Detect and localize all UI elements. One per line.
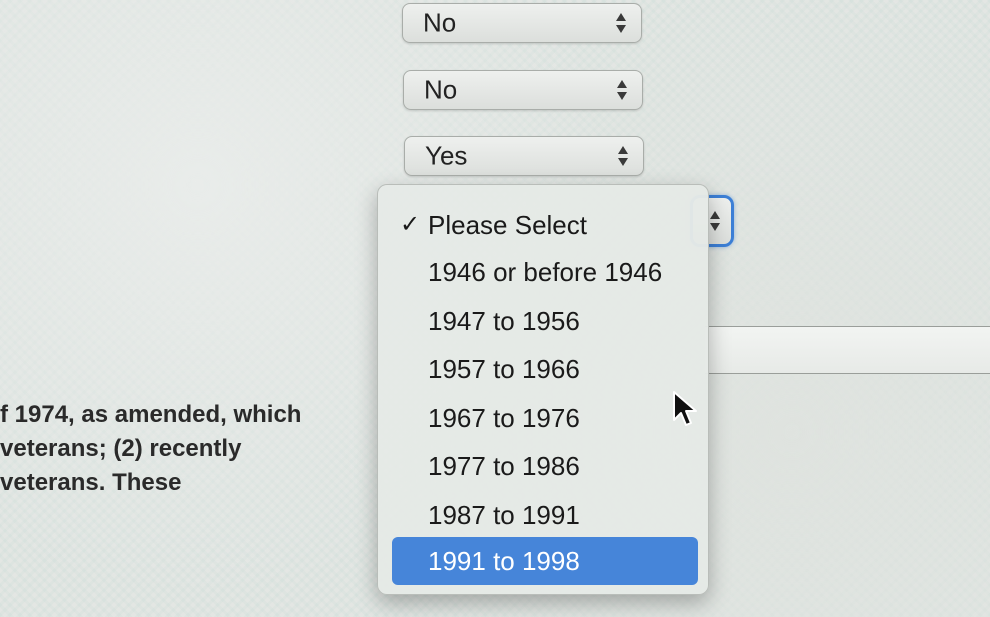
select-answer-3[interactable]: Yes <box>404 136 644 176</box>
mouse-pointer-icon <box>673 391 697 426</box>
up-down-chevrons-icon <box>617 145 629 167</box>
select-value: Yes <box>425 140 468 171</box>
menu-item-highlighted[interactable]: 1991 to 1998 <box>392 537 698 585</box>
dropdown-menu: ✓ Please Select 1946 or before 1946 1947… <box>377 184 709 595</box>
up-down-chevrons-icon <box>616 79 628 101</box>
select-value: No <box>423 7 457 38</box>
menu-item-label: 1987 to 1991 <box>428 500 580 530</box>
up-down-chevrons-icon <box>615 12 627 34</box>
menu-item-label: Please Select <box>428 210 587 240</box>
menu-item[interactable]: 1946 or before 1946 <box>392 252 698 292</box>
body-line: veterans. These <box>0 469 182 496</box>
body-line: f 1974, as amended, which <box>0 401 302 428</box>
select-answer-1[interactable]: No <box>402 3 642 43</box>
select-answer-2[interactable]: No <box>403 70 643 110</box>
menu-item[interactable]: 1947 to 1956 <box>392 301 698 341</box>
menu-item-label: 1947 to 1956 <box>428 306 580 336</box>
up-down-chevrons-icon <box>709 210 721 232</box>
menu-item[interactable]: 1987 to 1991 <box>392 495 698 535</box>
menu-item-please-select[interactable]: ✓ Please Select <box>392 205 698 245</box>
menu-item-label: 1967 to 1976 <box>428 403 580 433</box>
select-value: No <box>424 74 458 105</box>
menu-item-label: 1977 to 1986 <box>428 451 580 481</box>
check-icon: ✓ <box>400 211 421 238</box>
menu-item[interactable]: 1977 to 1986 <box>392 446 698 486</box>
text-field[interactable] <box>705 326 990 374</box>
menu-item-label: 1946 or before 1946 <box>428 257 663 287</box>
menu-item[interactable]: 1957 to 1966 <box>392 349 698 389</box>
menu-item[interactable]: 1967 to 1976 <box>392 398 698 438</box>
menu-item-label: 1991 to 1998 <box>428 546 580 576</box>
menu-item-label: 1957 to 1966 <box>428 354 580 384</box>
body-paragraph: f 1974, as amended, which veterans; (2) … <box>0 398 365 500</box>
body-line: veterans; (2) recently <box>0 435 242 462</box>
